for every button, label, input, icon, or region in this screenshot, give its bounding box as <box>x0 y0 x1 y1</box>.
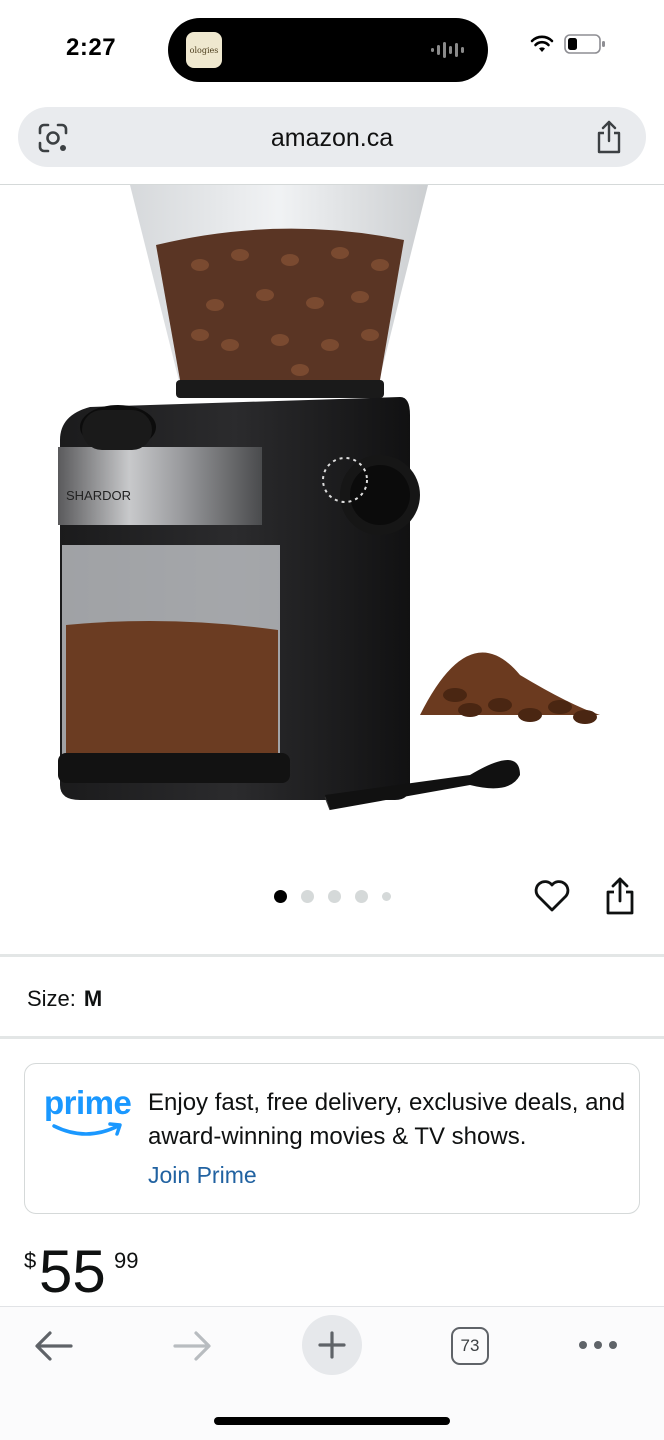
home-indicator[interactable] <box>214 1417 450 1425</box>
size-label: Size: <box>27 986 76 1011</box>
wifi-icon <box>530 35 554 52</box>
size-selector[interactable]: Size: M <box>27 986 102 1012</box>
divider <box>0 954 664 957</box>
prime-description: Enjoy fast, free delivery, exclusive dea… <box>148 1089 626 1150</box>
new-tab-button[interactable] <box>302 1315 362 1375</box>
prime-banner[interactable]: prime Enjoy fast, free delivery, exclusi… <box>24 1063 640 1214</box>
address-bar[interactable]: amazon.ca <box>18 107 646 167</box>
status-time: 2:27 <box>66 34 117 61</box>
size-value: M <box>83 986 103 1011</box>
status-indicators <box>530 34 606 54</box>
share-icon[interactable] <box>594 119 624 155</box>
carousel-dot[interactable] <box>354 889 368 903</box>
carousel-dot[interactable] <box>300 889 314 903</box>
prime-smile-icon <box>52 1122 122 1136</box>
status-bar: 2:27 ologies <box>0 0 664 100</box>
price-currency: $ <box>24 1248 37 1273</box>
share-icon[interactable] <box>604 876 636 916</box>
url-text[interactable]: amazon.ca <box>18 124 646 153</box>
join-prime-link[interactable]: Join Prime <box>148 1162 257 1189</box>
carousel-dot[interactable] <box>273 889 287 903</box>
plus-icon <box>318 1331 346 1359</box>
prime-logo: prime <box>44 1084 136 1144</box>
arrow-right-icon[interactable] <box>171 1329 213 1363</box>
product-brand-text: SHARDOR <box>66 488 131 503</box>
island-app-icon: ologies <box>186 32 222 68</box>
carousel-dot[interactable] <box>327 889 341 903</box>
audio-waveform-icon <box>431 40 464 60</box>
price-fraction: 99 <box>114 1248 139 1273</box>
heart-icon[interactable] <box>533 878 571 914</box>
arrow-left-icon[interactable] <box>33 1329 75 1363</box>
price-whole: 55 <box>39 1238 106 1305</box>
product-image[interactable]: SHARDOR <box>0 185 664 845</box>
carousel-dot[interactable] <box>381 891 391 901</box>
dynamic-island[interactable]: ologies <box>168 18 488 82</box>
more-dots-icon[interactable] <box>576 1335 620 1355</box>
divider <box>0 1036 664 1039</box>
browser-toolbar: 73 <box>0 1306 664 1440</box>
tab-switcher-icon[interactable]: 73 <box>451 1327 489 1365</box>
battery-icon <box>564 34 605 54</box>
